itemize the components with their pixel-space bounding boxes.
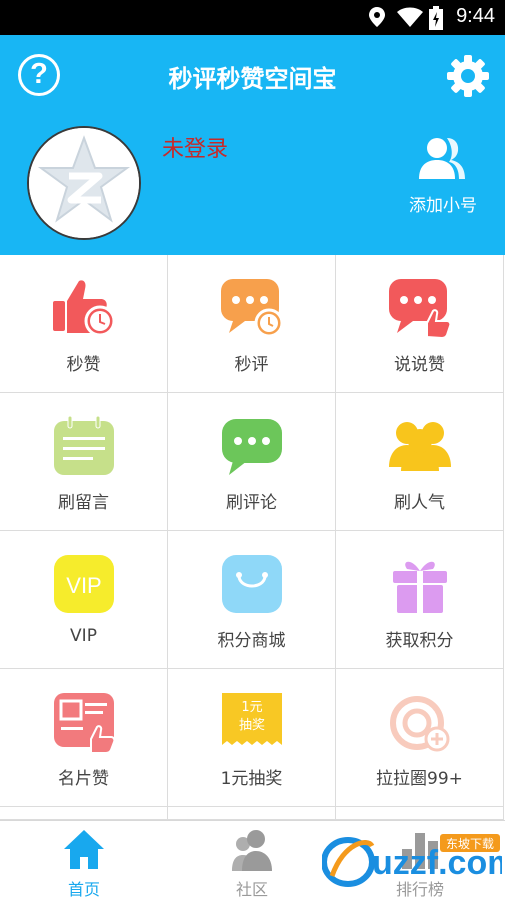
chat-clock-icon xyxy=(220,279,283,338)
wifi-icon xyxy=(397,7,423,27)
people-icon xyxy=(388,422,451,471)
grid-item-label: 拉拉圈99+ xyxy=(376,769,463,789)
circle-plus-icon xyxy=(389,696,449,752)
grid-item-label: 秒评 xyxy=(234,355,269,375)
community-icon xyxy=(232,830,272,871)
header: ? 秒评秒赞空间宝 未登录 添加小号 xyxy=(0,35,505,255)
tab-home[interactable]: 首页 xyxy=(0,821,168,901)
battery-icon xyxy=(429,6,443,30)
grid-item-get-points[interactable]: 获取积分 xyxy=(336,531,504,669)
tab-label: 社区 xyxy=(235,880,268,899)
grid-item-card-zan[interactable]: 名片赞 xyxy=(0,669,168,807)
grid-item-vip[interactable]: VIP VIP xyxy=(0,531,168,669)
app-title: 秒评秒赞空间宝 xyxy=(168,65,337,93)
watermark-subtext: 东坡下载 xyxy=(446,837,494,851)
grid-item-label: 获取积分 xyxy=(385,631,454,651)
grid-item-pinglun[interactable]: 刷评论 xyxy=(168,393,336,531)
grid-item-label: VIP xyxy=(70,626,97,646)
add-account-button[interactable]: 添加小号 xyxy=(398,135,488,216)
grid-item-shuoshuozan[interactable]: 说说赞 xyxy=(336,255,504,393)
tab-community[interactable]: 社区 xyxy=(168,821,336,901)
grid-item-liuyan[interactable]: 刷留言 xyxy=(0,393,168,531)
grid-item-lalaquan[interactable]: 拉拉圈99+ xyxy=(336,669,504,807)
vip-icon: VIP xyxy=(53,555,114,613)
status-time: 9:44 xyxy=(456,5,495,27)
grid-item-label: 刷评论 xyxy=(226,493,277,513)
grid-row-partial xyxy=(168,807,336,820)
login-status[interactable]: 未登录 xyxy=(162,131,228,163)
thumbs-up-clock-icon xyxy=(52,280,115,337)
vip-icon-text: VIP xyxy=(66,573,101,598)
status-bar: 9:44 xyxy=(0,0,505,35)
home-icon xyxy=(64,830,104,869)
location-icon xyxy=(369,7,385,27)
grid-item-miaozan[interactable]: 秒赞 xyxy=(0,255,168,393)
grid-item-label: 积分商城 xyxy=(217,631,286,651)
add-account-label: 添加小号 xyxy=(409,196,477,216)
grid-item-shop[interactable]: 积分商城 xyxy=(168,531,336,669)
add-account-icon xyxy=(419,138,465,179)
lottery-icon-text-2: 抽奖 xyxy=(238,718,264,733)
notepad-icon xyxy=(53,415,114,475)
grid-item-label: 刷留言 xyxy=(58,493,109,513)
grid-item-label: 秒赞 xyxy=(66,355,101,375)
grid-item-label: 1元抽奖 xyxy=(220,769,283,789)
grid-item-miaoping[interactable]: 秒评 xyxy=(168,255,336,393)
lottery-ticket-icon: 1元 抽奖 xyxy=(221,693,282,745)
lottery-icon-text-1: 1元 xyxy=(241,700,262,715)
grid-row-partial xyxy=(336,807,504,820)
grid-item-label: 刷人气 xyxy=(394,493,445,513)
grid-row-partial xyxy=(0,807,168,820)
shopping-bag-icon xyxy=(221,555,282,613)
gift-icon xyxy=(392,561,447,613)
card-thumb-icon xyxy=(53,693,115,753)
chat-bubble-icon xyxy=(221,419,282,475)
grid-item-renqi[interactable]: 刷人气 xyxy=(336,393,504,531)
uzzf-watermark-logo: uzzf.com 东坡下载 xyxy=(322,834,502,887)
grid-item-label: 名片赞 xyxy=(58,769,109,789)
tab-label: 首页 xyxy=(67,880,100,899)
avatar[interactable] xyxy=(27,126,141,240)
feature-grid: 秒赞 秒评 说说赞 刷留言 刷评论 刷人气 VIP VIP 积分商城 获取积分 … xyxy=(0,255,505,820)
grid-item-lottery[interactable]: 1元 抽奖 1元抽奖 xyxy=(168,669,336,807)
grid-item-label: 说说赞 xyxy=(394,355,445,375)
qzone-star-icon xyxy=(29,128,139,238)
settings-gear-icon[interactable] xyxy=(446,54,490,98)
chat-thumb-icon xyxy=(388,279,451,339)
